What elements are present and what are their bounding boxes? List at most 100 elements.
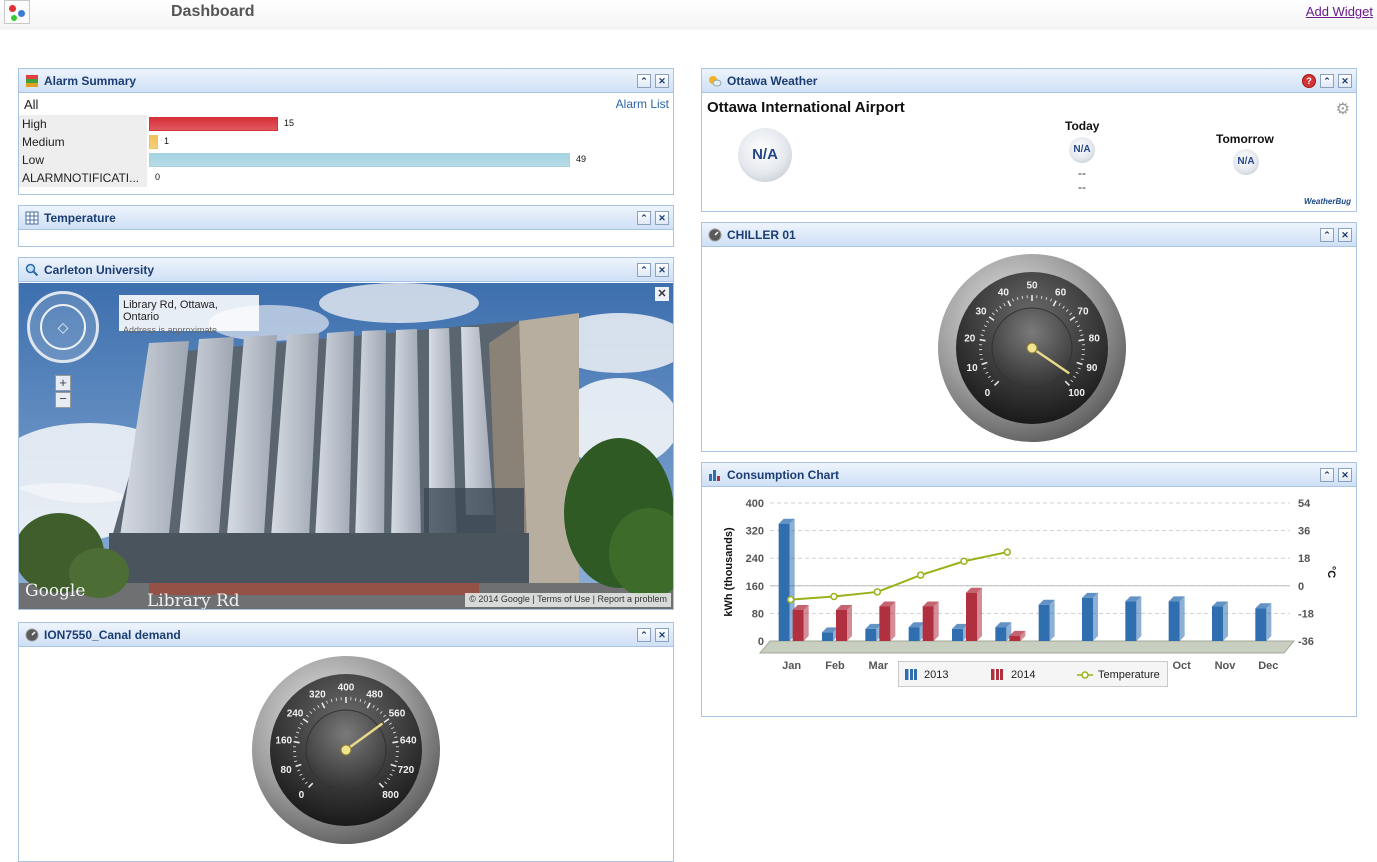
alarm-bar[interactable] [149,117,278,131]
bar-2013[interactable] [1125,601,1136,641]
bar-2013[interactable] [1255,608,1266,641]
legend-temperature: Temperature [1098,669,1160,681]
close-button[interactable]: ✕ [655,263,669,277]
alarm-count: 49 [576,154,586,164]
temperature-point[interactable] [1004,549,1010,555]
widget-title: Temperature [44,211,116,225]
street-view-panorama[interactable]: ◇ + − Library Rd, Ottawa, Ontario Addres… [19,283,673,609]
close-button[interactable]: ✕ [655,74,669,88]
page-title: Dashboard [171,3,255,21]
temperature-point[interactable] [918,572,924,578]
bar-2013[interactable] [779,524,790,641]
bar-2013-side [1180,596,1185,641]
address-box: Library Rd, Ottawa, Ontario Address is a… [119,295,259,331]
bar-2013[interactable] [1212,607,1223,642]
close-button[interactable]: ✕ [655,628,669,642]
bar-2013[interactable] [865,629,876,641]
gauge-tick [1078,340,1084,341]
collapse-button[interactable]: ⌃ [637,628,651,642]
temperature-point[interactable] [788,597,794,603]
help-button[interactable]: ? [1302,74,1316,88]
alarm-row[interactable]: Medium1 [19,133,673,151]
weatherbug-logo[interactable]: WeatherBug [1304,197,1351,206]
street-view-close-button[interactable]: ✕ [655,287,669,301]
alarm-label: Low [19,151,147,169]
alarm-row[interactable]: High15 [19,115,673,133]
alarm-row[interactable]: ALARMNOTIFICATI...0 [19,169,673,187]
alarm-row[interactable]: Low 49 [19,151,673,169]
terms-link[interactable]: Terms of Use [537,594,590,604]
alarm-list-link[interactable]: Alarm List [616,97,669,111]
gauge-tick-label: 10 [967,363,979,374]
map-footer: © 2014 Google | Terms of Use | Report a … [465,593,671,607]
legend-2013-swatch [905,669,917,680]
alarm-label: ALARMNOTIFICATI... [19,169,147,187]
collapse-button[interactable]: ⌃ [1320,74,1334,88]
collapse-button[interactable]: ⌃ [1320,468,1334,482]
bar-2014[interactable] [793,610,804,641]
bar-2013[interactable] [1082,598,1093,641]
bar-2014-side [804,605,809,641]
close-button[interactable]: ✕ [655,211,669,225]
bar-2013-side [1050,600,1055,641]
widget-header: Alarm Summary ⌃ ✕ [19,69,673,93]
y-tick-label: 160 [746,581,764,593]
y-axis-label: kWh (thousands) [723,527,735,617]
address-note: Address is approximate [123,325,255,335]
y-tick-label: 320 [746,526,764,538]
widget-header: Carleton University ⌃ ✕ [19,258,673,282]
collapse-button[interactable]: ⌃ [637,263,651,277]
temperature-point[interactable] [831,594,837,600]
alarm-bar[interactable] [149,153,570,167]
today-high: -- [1078,166,1086,180]
gear-icon[interactable]: ⚙ [1336,99,1350,119]
gauge-tick-label: 160 [275,736,292,747]
bar-2014[interactable] [836,610,847,641]
alarm-label: Medium [19,133,147,151]
carleton-university-widget: Carleton University ⌃ ✕ [18,257,674,610]
app-logo-icon[interactable] [4,0,30,24]
bar-2014-side [847,605,852,641]
bar-2014[interactable] [923,607,934,642]
ion7550-widget: ION7550_Canal demand ⌃ ✕ 080160240320400… [18,622,674,862]
bar-2013[interactable] [1169,601,1180,641]
bar-2013[interactable] [952,629,963,641]
close-button[interactable]: ✕ [1338,468,1352,482]
gauge-tick-label: 80 [1089,334,1101,345]
widget-header: ION7550_Canal demand ⌃ ✕ [19,623,673,647]
gauge-tick [294,742,300,743]
alarm-bar[interactable] [149,135,158,149]
bar-2014-side [890,602,895,642]
collapse-button[interactable]: ⌃ [1320,228,1334,242]
zoom-in-button[interactable]: + [55,375,71,391]
bar-2014[interactable] [966,593,977,641]
collapse-button[interactable]: ⌃ [637,211,651,225]
bar-2013[interactable] [822,632,833,641]
logo-dot [9,5,16,12]
y2-tick-label: -18 [1298,608,1314,620]
report-problem-link[interactable]: Report a problem [597,594,667,604]
gauge-tick-label: 320 [309,689,326,700]
bar-2013[interactable] [1039,605,1050,641]
widget-header: Ottawa Weather ? ⌃ ✕ [702,69,1356,93]
bar-2014[interactable] [879,607,890,642]
close-button[interactable]: ✕ [1338,74,1352,88]
bar-2014[interactable] [1009,636,1020,641]
temperature-point[interactable] [961,558,967,564]
alarm-filter[interactable]: All [24,97,38,112]
gauge-tick [336,698,337,701]
gauge-tick-label: 640 [400,736,417,747]
zoom-out-button[interactable]: − [55,392,71,408]
bar-2013[interactable] [995,627,1006,641]
gauge-tick-label: 0 [985,388,991,399]
close-button[interactable]: ✕ [1338,228,1352,242]
collapse-button[interactable]: ⌃ [637,74,651,88]
street-view-compass[interactable]: ◇ [27,291,99,363]
bar-2013[interactable] [909,627,920,641]
bar-2013-side [1093,593,1098,641]
weather-icon [708,74,722,88]
consumption-chart-widget: Consumption Chart ⌃ ✕ 080160240320400-36… [701,462,1357,717]
add-widget-link[interactable]: Add Widget [1306,4,1373,19]
gauge-tick-label: 560 [389,708,406,719]
temperature-point[interactable] [874,589,880,595]
